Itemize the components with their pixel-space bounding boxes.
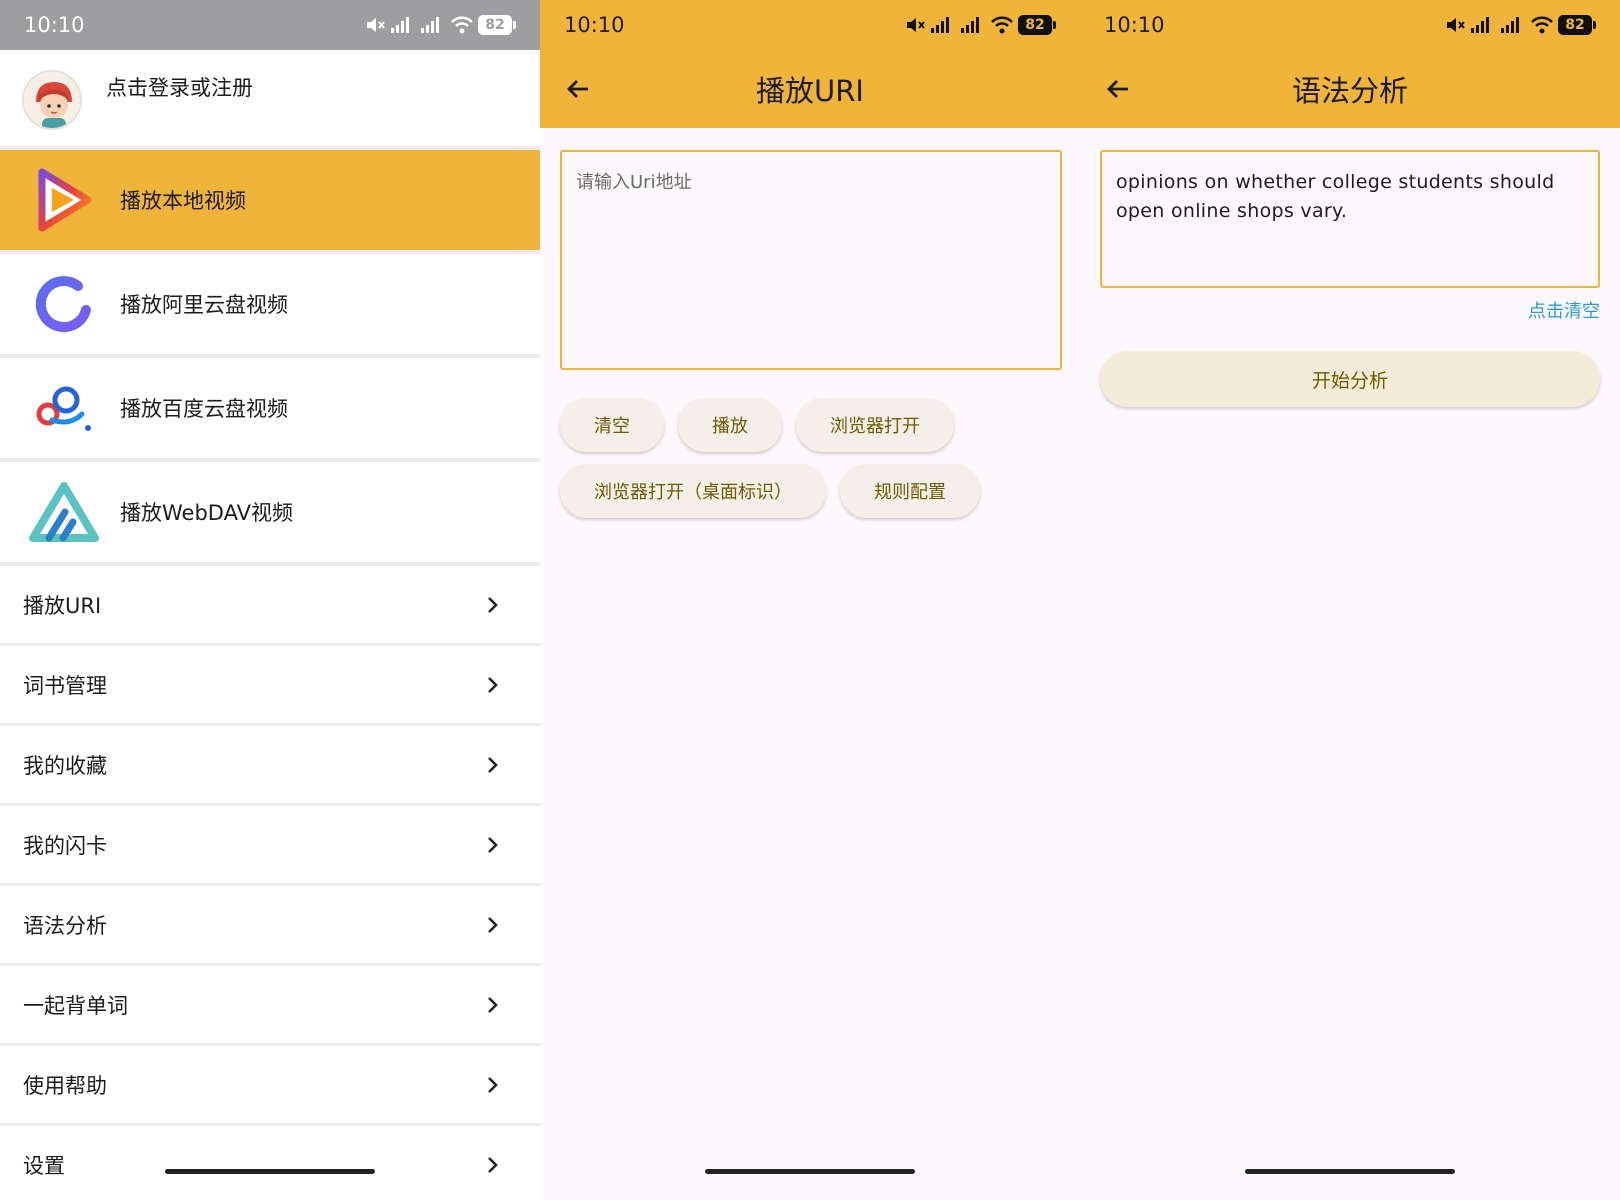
menu-item-label: 我的收藏 xyxy=(23,753,107,778)
back-arrow-icon[interactable] xyxy=(562,73,594,105)
play-triangle-icon xyxy=(24,160,104,240)
menu-screen: 10:10 82 点击登录或注册 播放本地视频 播放阿里云盘视频 播放百度云盘视… xyxy=(0,0,540,1200)
menu-item-play-uri[interactable]: 播放URI xyxy=(0,566,540,646)
feature-label: 播放WebDAV视频 xyxy=(120,501,293,525)
chevron-right-icon xyxy=(488,596,498,613)
status-bar: 10:10 82 xyxy=(540,0,1080,50)
status-bar: 10:10 82 xyxy=(0,0,540,50)
menu-item-label: 我的闪卡 xyxy=(23,833,107,858)
mute-icon xyxy=(367,18,385,32)
menu-item-memorize-together[interactable]: 一起背单词 xyxy=(0,966,540,1046)
home-indicator[interactable] xyxy=(1245,1169,1455,1174)
menu-item-label: 语法分析 xyxy=(23,913,107,938)
signal-icon xyxy=(961,17,979,33)
sentence-input[interactable]: opinions on whether college students sho… xyxy=(1100,150,1600,288)
feature-play-baidu-video[interactable]: 播放百度云盘视频 xyxy=(0,358,540,462)
menu-item-flashcards[interactable]: 我的闪卡 xyxy=(0,806,540,886)
menu-item-favorites[interactable]: 我的收藏 xyxy=(0,726,540,806)
home-indicator[interactable] xyxy=(165,1169,375,1174)
uri-input-placeholder: 请输入Uri地址 xyxy=(576,172,692,193)
app-bar: 播放URI xyxy=(540,50,1080,128)
signal-icon xyxy=(1471,17,1489,33)
mute-icon xyxy=(907,18,925,32)
chevron-right-icon xyxy=(488,676,498,693)
feature-label: 播放本地视频 xyxy=(120,189,246,213)
back-arrow-icon[interactable] xyxy=(1102,73,1134,105)
battery-icon: 82 xyxy=(478,15,516,35)
start-analysis-button[interactable]: 开始分析 xyxy=(1100,351,1600,407)
play-uri-screen: 10:10 82 播放URI 请输入Uri地址 清空 播放 浏览器打开 浏览器打… xyxy=(540,0,1080,1200)
menu-item-label: 播放URI xyxy=(23,593,102,618)
chevron-right-icon xyxy=(488,1156,498,1173)
open-browser-button[interactable]: 浏览器打开 xyxy=(796,398,954,452)
feature-play-local-video[interactable]: 播放本地视频 xyxy=(0,150,540,254)
chevron-right-icon xyxy=(488,836,498,853)
battery-icon: 82 xyxy=(1018,15,1056,35)
status-time: 10:10 xyxy=(1104,13,1165,37)
signal-icon xyxy=(1501,17,1519,33)
mute-icon xyxy=(1447,18,1465,32)
clear-button[interactable]: 清空 xyxy=(560,398,664,452)
sentence-input-value: opinions on whether college students sho… xyxy=(1116,171,1555,222)
menu-item-help[interactable]: 使用帮助 xyxy=(0,1046,540,1126)
avatar[interactable] xyxy=(22,70,82,130)
grammar-analysis-screen: 10:10 82 语法分析 opinions on whether colleg… xyxy=(1080,0,1620,1200)
app-bar: 语法分析 xyxy=(1080,50,1620,128)
open-browser-desktop-button[interactable]: 浏览器打开（桌面标识） xyxy=(560,464,826,518)
menu-item-wordbook[interactable]: 词书管理 xyxy=(0,646,540,726)
aliyun-drive-icon xyxy=(24,264,104,344)
chevron-right-icon xyxy=(488,756,498,773)
webdav-icon xyxy=(24,472,104,552)
chevron-right-icon xyxy=(488,916,498,933)
menu-item-settings[interactable]: 设置 xyxy=(0,1126,540,1200)
menu-item-label: 使用帮助 xyxy=(23,1073,107,1098)
battery-icon: 82 xyxy=(1558,15,1596,35)
login-register-label: 点击登录或注册 xyxy=(106,76,253,100)
feature-play-aliyun-video[interactable]: 播放阿里云盘视频 xyxy=(0,254,540,358)
status-bar: 10:10 82 xyxy=(1080,0,1620,50)
feature-label: 播放百度云盘视频 xyxy=(120,397,288,421)
status-time: 10:10 xyxy=(24,13,85,37)
status-time: 10:10 xyxy=(564,13,625,37)
home-indicator[interactable] xyxy=(705,1169,915,1174)
signal-icon xyxy=(391,17,409,33)
uri-input[interactable]: 请输入Uri地址 xyxy=(560,150,1062,370)
play-button[interactable]: 播放 xyxy=(678,398,782,452)
wifi-icon xyxy=(991,16,1013,34)
chevron-right-icon xyxy=(488,996,498,1013)
rule-config-button[interactable]: 规则配置 xyxy=(840,464,980,518)
feature-play-webdav-video[interactable]: 播放WebDAV视频 xyxy=(0,462,540,566)
chevron-right-icon xyxy=(488,1076,498,1093)
page-title: 播放URI xyxy=(756,74,864,108)
page-title: 语法分析 xyxy=(1291,74,1408,108)
login-profile-row[interactable]: 点击登录或注册 xyxy=(0,50,540,150)
menu-item-label: 一起背单词 xyxy=(23,993,128,1018)
signal-icon xyxy=(931,17,949,33)
feature-label: 播放阿里云盘视频 xyxy=(120,293,288,317)
wifi-icon xyxy=(451,16,473,34)
menu-item-label: 设置 xyxy=(23,1153,65,1178)
menu-item-grammar[interactable]: 语法分析 xyxy=(0,886,540,966)
wifi-icon xyxy=(1531,16,1553,34)
signal-icon xyxy=(421,17,439,33)
baidu-cloud-icon xyxy=(24,368,104,448)
menu-item-label: 词书管理 xyxy=(23,673,107,698)
clear-link[interactable]: 点击清空 xyxy=(1080,297,1620,323)
